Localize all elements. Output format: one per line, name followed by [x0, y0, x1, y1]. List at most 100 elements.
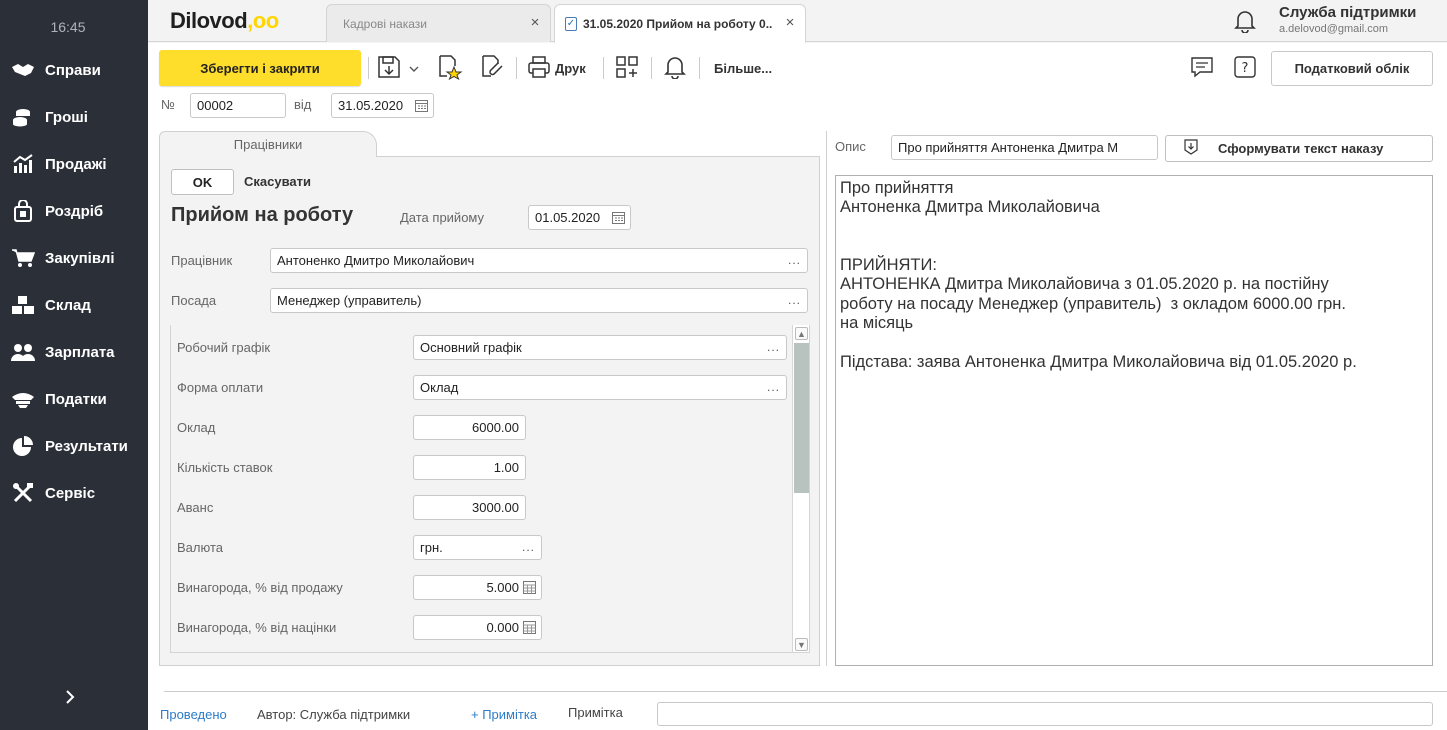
- add-widget-button[interactable]: [615, 54, 639, 82]
- close-icon[interactable]: ×: [528, 14, 542, 31]
- tab-hire-document[interactable]: ✓ 31.05.2020 Прийом на роботу 0... ×: [554, 4, 806, 43]
- bell-icon[interactable]: [1234, 9, 1256, 34]
- nav-label: Справи: [45, 61, 101, 79]
- tax-accounting-button[interactable]: Податковий облік: [1271, 51, 1433, 86]
- select-dots-icon[interactable]: ...: [522, 540, 535, 554]
- number-label: №: [161, 97, 175, 112]
- bonus-sales-value: 5.000: [486, 580, 519, 595]
- support-name[interactable]: Служба підтримки: [1279, 4, 1416, 21]
- schedule-label: Робочий графік: [177, 340, 271, 355]
- logo-dots: ,oo: [247, 8, 279, 33]
- expand-sidebar-icon[interactable]: [62, 688, 78, 706]
- nav-item-service[interactable]: Сервіс: [0, 473, 148, 513]
- rates-field[interactable]: 1.00: [413, 455, 526, 480]
- position-label: Посада: [171, 293, 217, 308]
- select-dots-icon[interactable]: ...: [767, 380, 780, 394]
- order-text-area[interactable]: Про прийняття Антоненка Дмитра Миколайов…: [835, 175, 1433, 666]
- document-number-value: 00002: [197, 98, 234, 113]
- nav-label: Результати: [45, 437, 128, 455]
- more-button[interactable]: Більше...: [710, 54, 772, 82]
- advance-value: 3000.00: [472, 500, 519, 515]
- note-label: Примітка: [568, 705, 623, 720]
- comment-icon: [1190, 55, 1214, 82]
- document-date-value: 31.05.2020: [338, 98, 404, 113]
- help-button[interactable]: ?: [1234, 54, 1256, 82]
- nav-item-sales[interactable]: Продажі: [0, 144, 148, 184]
- select-dots-icon[interactable]: ...: [767, 340, 780, 354]
- description-label: Опис: [835, 139, 866, 154]
- calendar-icon[interactable]: [415, 99, 428, 112]
- salary-field[interactable]: 6000.00: [413, 415, 526, 440]
- currency-value: грн.: [420, 540, 443, 555]
- employee-field[interactable]: Антоненко Дмитро Миколайович ...: [270, 248, 808, 273]
- schedule-field[interactable]: Основний графік ...: [413, 335, 787, 360]
- scroll-thumb[interactable]: [794, 343, 809, 493]
- nav-item-warehouse[interactable]: Склад: [0, 285, 148, 325]
- attach-document-button[interactable]: [480, 54, 506, 82]
- pay-form-label: Форма оплати: [177, 380, 264, 395]
- nav-label: Продажі: [45, 155, 107, 173]
- scroll-down-icon[interactable]: ▼: [795, 638, 808, 651]
- description-short-value: Про прийняття Антоненка Дмитра М: [898, 140, 1119, 155]
- document-number-field[interactable]: 00002: [190, 93, 286, 118]
- print-button[interactable]: Друк: [527, 54, 586, 82]
- pay-form-value: Оклад: [420, 380, 459, 395]
- nav-label: Податки: [45, 390, 107, 408]
- save-and-close-button[interactable]: Зберегти і закрити: [159, 50, 361, 86]
- nav-item-retail[interactable]: Роздріб: [0, 191, 148, 231]
- nav-item-results[interactable]: Результати: [0, 426, 148, 466]
- scrollbar[interactable]: ▲ ▼: [792, 325, 809, 652]
- boxes-icon: [10, 294, 36, 316]
- tab-label: 31.05.2020 Прийом на роботу 0...: [583, 16, 773, 31]
- tab-hr-orders[interactable]: Кадрові накази ×: [326, 4, 551, 42]
- scroll-up-icon[interactable]: ▲: [795, 327, 808, 340]
- tab-label: Кадрові накази: [343, 16, 427, 31]
- nav-item-affairs[interactable]: Справи: [0, 50, 148, 90]
- position-field[interactable]: Менеджер (управитель) ...: [270, 288, 808, 313]
- logo[interactable]: Dilovod,oo: [170, 8, 279, 34]
- star-document-icon: [437, 54, 463, 83]
- bonus-sales-field[interactable]: 5.000: [413, 575, 542, 600]
- question-icon: ?: [1234, 55, 1256, 82]
- generate-label: Сформувати текст наказу: [1218, 141, 1384, 156]
- calendar-icon[interactable]: [612, 211, 625, 224]
- order-text: Про прийняття Антоненка Дмитра Миколайов…: [840, 179, 1357, 371]
- comments-button[interactable]: [1190, 54, 1214, 82]
- currency-field[interactable]: грн. ...: [413, 535, 542, 560]
- salary-label: Оклад: [177, 420, 216, 435]
- nav-label: Гроші: [45, 108, 88, 126]
- nav-label: Закупівлі: [45, 249, 115, 267]
- calculator-icon[interactable]: [523, 581, 536, 594]
- toolbar-divider: [699, 57, 700, 79]
- select-dots-icon[interactable]: ...: [788, 253, 801, 267]
- nav-item-taxes[interactable]: Податки: [0, 379, 148, 419]
- favorite-document-button[interactable]: [437, 54, 463, 82]
- tab-employees[interactable]: Працівники: [159, 131, 377, 157]
- top-bar: Dilovod,oo Кадрові накази × ✓ 31.05.2020…: [148, 0, 1447, 43]
- pay-form-field[interactable]: Оклад ...: [413, 375, 787, 400]
- ok-button[interactable]: OK: [171, 169, 234, 195]
- nav-item-salary[interactable]: Зарплата: [0, 332, 148, 372]
- nav-item-purchases[interactable]: Закупівлі: [0, 238, 148, 278]
- advance-field[interactable]: 3000.00: [413, 495, 526, 520]
- save-dropdown-button[interactable]: [377, 54, 419, 82]
- close-icon[interactable]: ×: [783, 14, 797, 31]
- posted-status-link[interactable]: Проведено: [160, 707, 227, 722]
- advance-label: Аванс: [177, 500, 214, 515]
- document-form: Зберегти і закрити Друк Більше... ? Пода…: [148, 43, 1447, 730]
- note-input[interactable]: [657, 702, 1433, 726]
- sidebar: 16:45 Справи Гроші Продажі Роздріб Закуп…: [0, 0, 148, 730]
- add-note-link[interactable]: + Примітка: [471, 707, 537, 722]
- select-dots-icon[interactable]: ...: [788, 293, 801, 307]
- cancel-button[interactable]: Скасувати: [244, 174, 311, 189]
- employee-value: Антоненко Дмитро Миколайович: [277, 253, 475, 268]
- calculator-icon[interactable]: [523, 621, 536, 634]
- description-short-field[interactable]: Про прийняття Антоненка Дмитра М: [891, 135, 1158, 160]
- hire-date-field[interactable]: 01.05.2020: [528, 205, 631, 230]
- bonus-markup-value: 0.000: [486, 620, 519, 635]
- bonus-markup-field[interactable]: 0.000: [413, 615, 542, 640]
- document-date-field[interactable]: 31.05.2020: [331, 93, 434, 118]
- reminder-button[interactable]: [664, 54, 686, 82]
- generate-order-text-button[interactable]: Сформувати текст наказу: [1165, 135, 1433, 162]
- nav-item-money[interactable]: Гроші: [0, 97, 148, 137]
